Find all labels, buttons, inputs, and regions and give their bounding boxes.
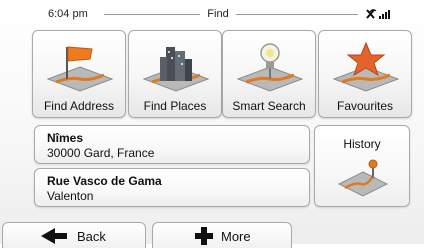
back-label: Back bbox=[77, 229, 106, 244]
more-button[interactable]: More bbox=[152, 222, 292, 248]
history-route-icon bbox=[337, 159, 389, 197]
back-arrow-icon bbox=[41, 228, 67, 244]
recent-destination-name: Rue Vasco de Gama bbox=[47, 174, 162, 188]
status-bar: 6:04 pm Find bbox=[0, 0, 424, 28]
lightbulb-pin-icon bbox=[236, 43, 304, 92]
favourites-button[interactable]: Favourites bbox=[318, 30, 412, 118]
find-address-button[interactable]: Find Address bbox=[32, 30, 126, 118]
find-places-button[interactable]: Find Places bbox=[128, 30, 222, 118]
plus-icon bbox=[195, 227, 213, 245]
find-address-label: Find Address bbox=[43, 99, 115, 113]
find-places-label: Find Places bbox=[143, 99, 207, 113]
title-divider-right bbox=[236, 14, 358, 15]
title-divider-left bbox=[104, 14, 200, 15]
city-buildings-icon bbox=[142, 47, 210, 92]
recent-destination[interactable]: Rue Vasco de Gama Valenton bbox=[34, 168, 310, 207]
back-button[interactable]: Back bbox=[2, 222, 146, 248]
flag-on-map-icon bbox=[46, 46, 114, 92]
clock: 6:04 pm bbox=[48, 8, 88, 20]
recent-destination-detail: 30000 Gard, France bbox=[47, 146, 155, 160]
recent-destination[interactable]: Nîmes 30000 Gard, France bbox=[34, 125, 310, 164]
smart-search-label: Smart Search bbox=[232, 99, 306, 113]
history-button[interactable]: History bbox=[314, 125, 410, 207]
gps-signal-icon bbox=[366, 9, 390, 19]
more-label: More bbox=[221, 229, 251, 244]
favourites-label: Favourites bbox=[336, 99, 394, 113]
recent-destination-detail: Valenton bbox=[47, 189, 94, 203]
star-on-map-icon bbox=[332, 41, 400, 92]
recent-destination-name: Nîmes bbox=[47, 131, 84, 145]
screen-title: Find bbox=[207, 8, 229, 20]
history-label: History bbox=[343, 137, 381, 151]
smart-search-button[interactable]: Smart Search bbox=[222, 30, 316, 118]
